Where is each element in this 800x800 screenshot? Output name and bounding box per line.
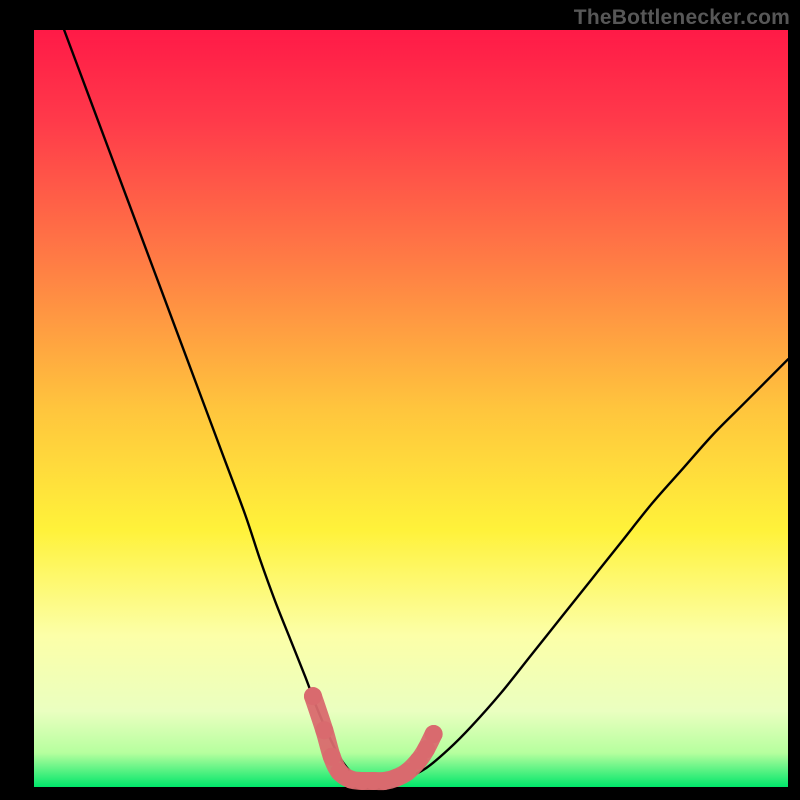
watermark-label: TheBottlenecker.com (574, 6, 790, 30)
chart-stage: TheBottlenecker.com (0, 0, 800, 800)
chart-svg (0, 0, 800, 800)
gradient-background (34, 30, 788, 787)
valley-marker (425, 725, 443, 743)
valley-marker (315, 721, 333, 739)
valley-marker (304, 687, 322, 705)
